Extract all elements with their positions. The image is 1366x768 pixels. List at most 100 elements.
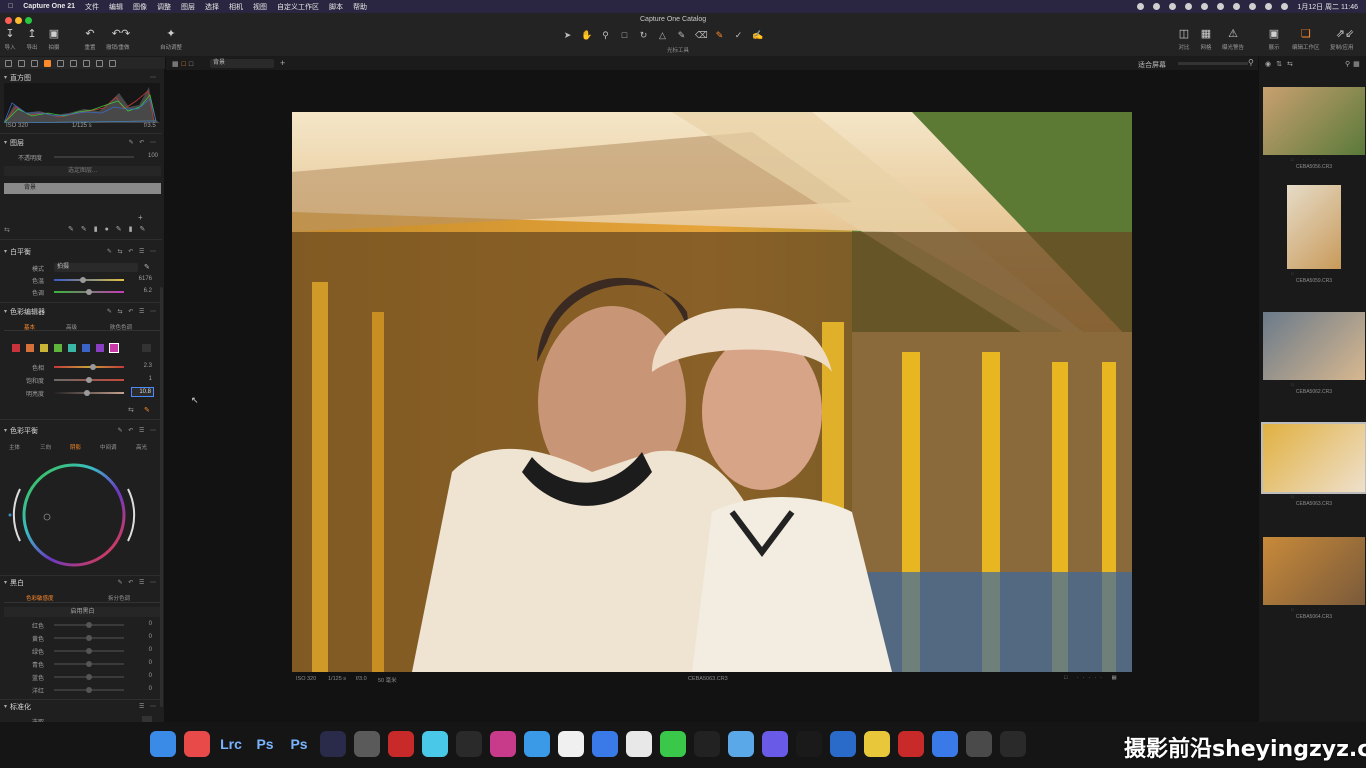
capture-button[interactable]: ▣ 拍摄 — [48, 29, 60, 52]
thumbnail-image[interactable] — [1287, 185, 1341, 269]
lightness-slider[interactable] — [54, 390, 124, 396]
black-white-header[interactable]: ▾ 黑白 ✎ ↶ ☰ ⋯ — [0, 577, 162, 588]
dock-app-icon[interactable]: Finder — [932, 731, 958, 757]
dock-app-icon[interactable]: Rocket — [354, 731, 380, 757]
thumbnail-image[interactable] — [1263, 537, 1365, 605]
kelvin-value[interactable]: 6176 — [132, 276, 152, 282]
menu-edit[interactable]: 编辑 — [109, 2, 123, 12]
search-icon[interactable] — [1281, 3, 1289, 10]
tab-balance-midtone[interactable]: 中间调 — [100, 443, 117, 451]
bw-row-slider[interactable] — [54, 635, 124, 641]
tint-slider[interactable] — [54, 289, 124, 295]
detail-tab-icon[interactable] — [70, 59, 77, 67]
wb-picker-icon[interactable]: ✎ — [144, 263, 150, 271]
clock[interactable]: 1月12日 周二 11:46 — [1297, 2, 1358, 12]
tab-bw-split-tone[interactable]: 拆分色调 — [108, 594, 130, 602]
thumbnail-rating[interactable]: □ ····· — [1291, 157, 1329, 162]
swap-icon[interactable]: ⇆ — [128, 406, 134, 414]
background-layer-row[interactable]: 背景 — [4, 183, 161, 194]
thumbnail-rating[interactable]: □ ····· — [1291, 494, 1329, 499]
opacity-value[interactable]: 100 — [138, 153, 158, 159]
menu-camera[interactable]: 相机 — [229, 2, 243, 12]
apple-icon[interactable]:  — [8, 3, 13, 10]
status-icon[interactable] — [1249, 3, 1257, 10]
bw-row-value[interactable]: 0 — [132, 686, 152, 692]
thumbnail-rating[interactable]: □ ····· — [1291, 271, 1329, 276]
thumbnail-rating[interactable]: □ ····· — [1291, 607, 1329, 612]
color-swatch[interactable] — [26, 344, 34, 352]
dock-app-icon[interactable]: Capture — [388, 731, 414, 757]
fit-screen[interactable]: 适合屏幕 — [1138, 60, 1166, 70]
color-picker-icon[interactable]: ✎ — [714, 30, 725, 41]
hue-value[interactable]: 2.3 — [132, 363, 152, 369]
dock-app-icon[interactable]: Photos — [558, 731, 584, 757]
dock-app-icon[interactable]: Activity — [966, 731, 992, 757]
library-tab-icon[interactable] — [5, 59, 12, 67]
dock-app-icon[interactable]: 1Password — [320, 731, 346, 757]
bw-row-slider[interactable] — [54, 622, 124, 628]
color-balance-header[interactable]: ▾ 色彩平衡 ✎ ↶ ☰ ⋯ — [0, 425, 162, 436]
rotate-icon[interactable]: ↻ — [638, 30, 649, 41]
add-icon[interactable]: + — [280, 58, 285, 68]
normalize-header[interactable]: ▾ 标准化 ☰ ⋯ — [0, 701, 162, 712]
menu-select[interactable]: 选择 — [205, 2, 219, 12]
saturation-value[interactable]: 1 — [132, 376, 152, 382]
wb-mode-select[interactable]: 拍摄 — [54, 263, 138, 272]
thumbnail-image[interactable] — [1263, 87, 1365, 155]
tint-value[interactable]: 6.2 — [132, 288, 152, 294]
capture-tab-icon[interactable] — [18, 59, 25, 67]
menu-image[interactable]: 图像 — [133, 2, 147, 12]
output-tab-icon[interactable] — [109, 59, 116, 67]
bw-row-slider[interactable] — [54, 661, 124, 667]
menu-view[interactable]: 视图 — [253, 2, 267, 12]
dock-app-icon[interactable]: Notes — [864, 731, 890, 757]
tab-balance-highlight[interactable]: 高光 — [136, 443, 147, 451]
zoom-slider[interactable] — [1178, 62, 1248, 65]
color-wheel[interactable] — [6, 459, 142, 571]
wb-picker-icon[interactable]: ✓ — [733, 30, 744, 41]
rating-stars[interactable]: □ ····· ▦ — [1064, 675, 1121, 681]
thumbnail-image[interactable] — [1261, 422, 1366, 494]
bw-row-slider[interactable] — [54, 674, 124, 680]
add-layer-icon[interactable]: + — [138, 213, 143, 222]
edit-workspace-button[interactable]: ❏ 编辑工作区 — [1292, 29, 1320, 52]
color-swatch[interactable] — [82, 344, 90, 352]
layer-select[interactable]: 背景 — [210, 59, 274, 68]
bw-row-slider[interactable] — [54, 687, 124, 693]
color-tab-icon[interactable] — [44, 59, 51, 67]
zoom-icon[interactable]: ⚲ — [1248, 58, 1254, 67]
browser-search-icons[interactable]: ⚲▦ — [1345, 60, 1363, 68]
menu-file[interactable]: 文件 — [85, 2, 99, 12]
compare-button[interactable]: ◫ 对比 — [1178, 29, 1190, 52]
dock-app-icon[interactable]: Chrome — [626, 731, 652, 757]
dock-app-icon[interactable]: Final Cut — [490, 731, 516, 757]
viewer-mode-icons[interactable]: ▦□□ — [172, 60, 196, 68]
undo-redo-button[interactable]: ↶↷ 撤销/重做 — [106, 29, 130, 52]
kelvin-slider[interactable] — [54, 277, 124, 283]
browser-view-icons[interactable]: ◉⇅⇆ — [1265, 60, 1298, 68]
thumbnail[interactable]: □ ····· CEBA5062.CR3 — [1263, 312, 1365, 395]
color-swatch[interactable] — [68, 344, 76, 352]
exposure-warning-button[interactable]: ⚠ 曝光警告 — [1222, 29, 1244, 52]
layer-brush-tools[interactable]: ✎✎▮●✎▮✎ — [68, 225, 152, 233]
opacity-slider[interactable] — [54, 156, 134, 158]
show-button[interactable]: ▣ 展示 — [1268, 29, 1280, 52]
status-icon[interactable] — [1137, 3, 1145, 10]
zoom-icon[interactable]: ⚲ — [600, 30, 611, 41]
bw-row-value[interactable]: 0 — [132, 634, 152, 640]
thumbnail-image[interactable] — [1263, 312, 1365, 380]
color-swatch[interactable] — [40, 344, 48, 352]
panel-scrollbar[interactable] — [160, 287, 163, 707]
status-icon[interactable] — [1201, 3, 1209, 10]
swatch-add[interactable] — [142, 344, 151, 352]
adjust-tab-icon[interactable] — [83, 59, 90, 67]
zoom-window-button[interactable] — [25, 17, 32, 24]
dock-app-icon[interactable]: Shortcuts — [728, 731, 754, 757]
dock-app-icon[interactable]: 网易云音乐 — [898, 731, 924, 757]
dock-app-icon[interactable]: Ps — [252, 731, 278, 757]
tab-balance-master[interactable]: 主体 — [9, 443, 20, 451]
color-swatch[interactable] — [12, 344, 20, 352]
dock-app-icon[interactable]: Ps — [286, 731, 312, 757]
annotate-icon[interactable]: ✍ — [752, 30, 763, 41]
thumbnail[interactable]: □ ····· CEBA5063.CR3 — [1261, 422, 1366, 507]
